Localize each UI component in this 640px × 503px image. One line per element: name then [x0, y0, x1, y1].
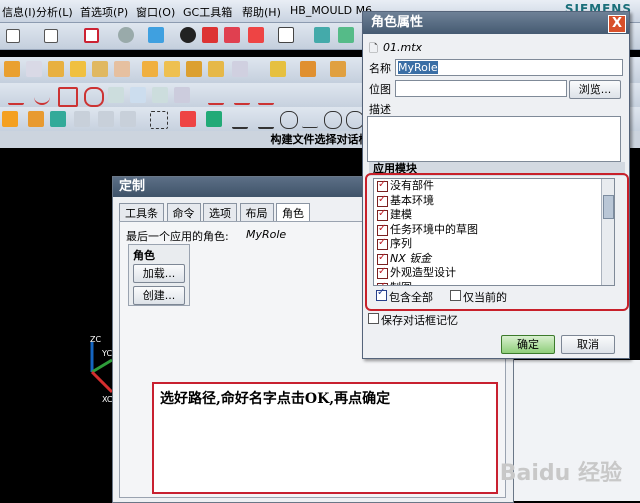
plane-icon[interactable]: [50, 111, 66, 127]
revolve-icon[interactable]: [26, 61, 42, 77]
shaded-cube-icon[interactable]: [148, 27, 164, 43]
sphere-icon[interactable]: [114, 61, 130, 77]
role-name-value: MyRole: [398, 61, 438, 74]
yc-label: YC: [101, 349, 112, 358]
load-role-button[interactable]: 加载...: [133, 264, 185, 283]
menu-info[interactable]: 信息(I): [2, 4, 36, 20]
red-cube-icon[interactable]: [202, 27, 218, 43]
window-icon[interactable]: [6, 29, 20, 43]
tab-roles[interactable]: 角色: [276, 203, 310, 222]
description-label: 描述: [369, 103, 391, 116]
intersect-icon[interactable]: [130, 87, 146, 103]
roles-group-label: 角色: [133, 249, 155, 262]
csys-icon[interactable]: [74, 111, 90, 127]
blend-icon[interactable]: [270, 61, 286, 77]
description-textarea[interactable]: [367, 116, 621, 162]
extract-icon[interactable]: [174, 87, 190, 103]
frame-icon[interactable]: [278, 27, 294, 43]
menu-gc-toolbox[interactable]: GC工具箱: [183, 4, 232, 20]
layer-2-icon[interactable]: [338, 27, 354, 43]
browse-button[interactable]: 浏览...: [569, 80, 621, 99]
role-dialog-title: 角色属性 X: [363, 12, 629, 34]
last-role-value: MyRole: [246, 228, 287, 241]
circle-icon[interactable]: [280, 111, 298, 129]
render-icon[interactable]: [118, 27, 134, 43]
measure-icon[interactable]: [120, 111, 136, 127]
baidu-watermark: Baidu 经验: [499, 461, 622, 486]
menu-preferences[interactable]: 首选项(P): [80, 4, 128, 20]
box-outline-icon[interactable]: [44, 29, 58, 43]
tab-layout[interactable]: 布局: [239, 203, 274, 222]
shell-icon[interactable]: [330, 61, 346, 77]
line-icon[interactable]: [232, 111, 248, 129]
role-file-name: 01.mtx: [383, 41, 423, 54]
tab-options[interactable]: 选项: [203, 203, 237, 222]
edit-curve-icon[interactable]: [258, 87, 274, 105]
snap-point-icon[interactable]: [180, 111, 196, 127]
boss-icon[interactable]: [164, 61, 180, 77]
trim-curve-icon[interactable]: [208, 87, 224, 105]
menu-help[interactable]: 帮助(H): [242, 4, 281, 20]
offset-curve-icon[interactable]: [58, 87, 78, 107]
point-icon[interactable]: [2, 111, 18, 127]
roles-group: 角色 加载... 创建...: [128, 244, 190, 306]
cone-icon[interactable]: [92, 61, 108, 77]
bitmap-label: 位图: [369, 83, 391, 96]
spline-icon[interactable]: [34, 87, 50, 105]
y-axis: [91, 358, 113, 374]
line-2-icon[interactable]: [258, 111, 274, 129]
yin-yang-icon[interactable]: [180, 27, 196, 43]
customize-tabs: 工具条 命令 选项 布局 角色: [119, 203, 310, 222]
hole-icon[interactable]: [142, 61, 158, 77]
save-dialog-memory-label: 保存对话框记忆: [381, 314, 458, 327]
snap-end-icon[interactable]: [206, 111, 222, 127]
tab-toolbars[interactable]: 工具条: [119, 203, 164, 222]
vector-icon[interactable]: [98, 111, 114, 127]
arc-icon[interactable]: [324, 111, 342, 129]
layer-icon[interactable]: [314, 27, 330, 43]
tab-commands[interactable]: 命令: [166, 203, 201, 222]
annotation-note: 选好路径,命好名字点击OK,再点确定: [152, 382, 498, 494]
cancel-button[interactable]: 取消: [561, 335, 615, 354]
checkbox-unchecked-icon[interactable]: [368, 313, 379, 324]
project-icon[interactable]: [108, 87, 124, 103]
fit-view-icon[interactable]: [84, 28, 99, 43]
cylinder-icon[interactable]: [70, 61, 86, 77]
chamfer-icon[interactable]: [300, 61, 316, 77]
create-role-button[interactable]: 创建...: [133, 286, 185, 305]
annotation-note-text: 选好路径,命好名字点击OK,再点确定: [160, 391, 391, 407]
file-icon: 🗋: [369, 42, 378, 55]
datum-icon[interactable]: [28, 111, 44, 127]
pocket-icon[interactable]: [186, 61, 202, 77]
red-cube-2-icon[interactable]: [224, 27, 240, 43]
circle-curve-icon[interactable]: [84, 87, 104, 107]
ok-button[interactable]: 确定: [501, 335, 555, 354]
slot-icon[interactable]: [232, 61, 248, 77]
menu-hb-mould[interactable]: HB_MOULD M6: [290, 4, 372, 17]
plus-icon[interactable]: [302, 111, 318, 128]
pad-icon[interactable]: [208, 61, 224, 77]
curve-icon[interactable]: [8, 87, 24, 105]
menu-window[interactable]: 窗口(O): [136, 4, 175, 20]
block-icon[interactable]: [48, 61, 64, 77]
bridge-icon[interactable]: [152, 87, 168, 103]
save-dialog-memory-checkbox[interactable]: [365, 311, 379, 324]
name-label: 名称: [369, 62, 391, 75]
divide-curve-icon[interactable]: [234, 87, 250, 105]
menu-analysis[interactable]: 分析(L): [36, 4, 73, 20]
last-role-label: 最后一个应用的角色:: [126, 230, 229, 243]
x-axis: [90, 370, 114, 394]
select-box-icon[interactable]: [150, 111, 168, 129]
role-dialog-title-text: 角色属性: [371, 15, 424, 30]
red-cube-3-icon[interactable]: [248, 27, 264, 43]
role-name-input[interactable]: MyRole: [395, 59, 623, 76]
bitmap-input[interactable]: [395, 80, 567, 97]
extrude-icon[interactable]: [4, 61, 20, 77]
zc-label: ZC: [90, 335, 101, 344]
highlight-frame: [365, 173, 629, 311]
close-icon[interactable]: X: [608, 15, 626, 33]
